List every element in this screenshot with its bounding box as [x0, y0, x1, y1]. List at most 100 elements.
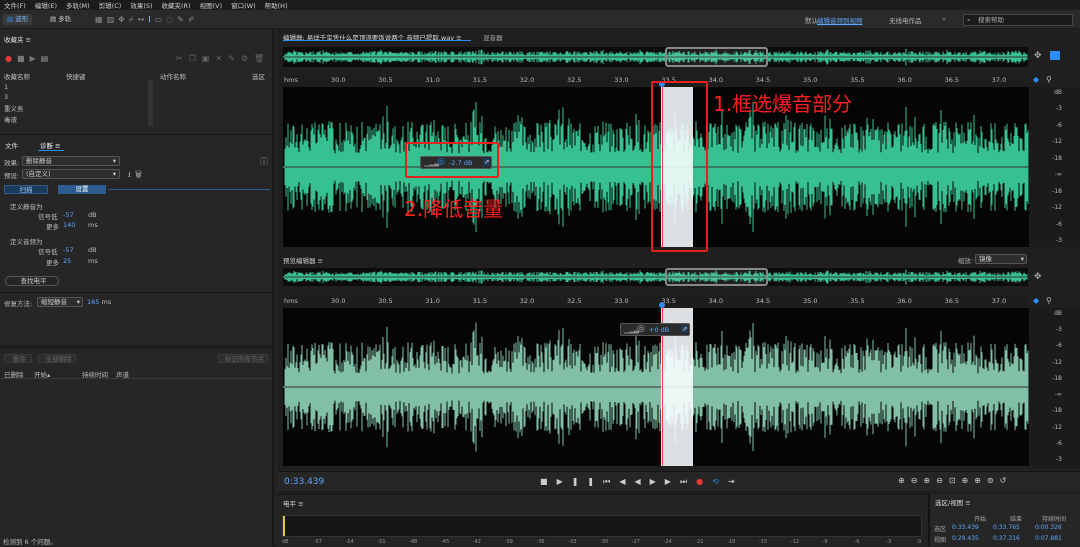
lasso-icon[interactable]: ◌: [166, 15, 177, 24]
clear-icon[interactable]: ✕: [215, 54, 228, 63]
bottom-db-scale[interactable]: dB -3 -6 -12 -18 -∞ -18 -12 -6 -3: [1029, 308, 1080, 466]
razor-tool-icon[interactable]: ⌿: [129, 15, 138, 24]
record-icon[interactable]: ●: [696, 477, 712, 486]
repair-select[interactable]: 缩短静音 ▾: [37, 297, 83, 307]
record-favorite-icon[interactable]: ●: [5, 54, 17, 63]
tab-diagnostics[interactable]: 诊断 ≡: [40, 140, 61, 150]
workspace-radio[interactable]: 无线电作品: [889, 15, 922, 25]
info-icon[interactable]: ⓘ: [260, 156, 268, 167]
volume-hud-bottom[interactable]: ▁▂▃ ◎ +0 dB ⇗: [620, 323, 690, 336]
overview-view-window[interactable]: [665, 268, 768, 286]
multitrack-tab[interactable]: ▤ 多轨: [46, 14, 75, 25]
workspace-more-icon[interactable]: »: [942, 15, 946, 23]
edit-icon[interactable]: ✎: [228, 54, 241, 63]
favorite-item[interactable]: 1: [4, 83, 8, 91]
delete-all-button[interactable]: 全部删除: [38, 354, 76, 363]
delete-icon[interactable]: 🗑: [254, 54, 270, 63]
brush-icon[interactable]: ✎: [177, 15, 188, 24]
paste-icon[interactable]: ▣: [202, 54, 216, 63]
zoom-pan-icon[interactable]: ✥: [1034, 272, 1042, 282]
settings-icon[interactable]: ⚙: [241, 54, 254, 63]
menu-window[interactable]: 窗口(W): [231, 0, 256, 10]
bottom-overview[interactable]: [282, 268, 1028, 286]
tab-files[interactable]: 文件: [5, 140, 18, 150]
pin-icon[interactable]: ⚲: [1046, 75, 1052, 84]
zoom-select[interactable]: 镜像 ▾: [975, 254, 1027, 264]
menu-help[interactable]: 帮助(H): [265, 0, 288, 10]
zoom-in-left-icon[interactable]: ⊕: [962, 476, 975, 485]
silence-more-value[interactable]: 140: [63, 221, 75, 229]
sv-view-duration[interactable]: 0:07.881: [1035, 535, 1062, 542]
volume-knob-icon[interactable]: ◎: [637, 324, 645, 334]
pin-hud-icon[interactable]: ⇗: [681, 325, 689, 333]
sv-selection-start[interactable]: 0:33.439: [952, 524, 979, 531]
menu-edit[interactable]: 编辑(E): [35, 0, 57, 10]
top-overview[interactable]: [282, 47, 1028, 67]
favorite-item[interactable]: 毒液: [4, 114, 17, 124]
delete-preset-icon[interactable]: 🗑: [135, 170, 146, 179]
overview-view-window[interactable]: [665, 47, 768, 67]
panel-menu-icon[interactable]: ≡: [55, 142, 60, 150]
download-preset-icon[interactable]: ⭳: [128, 170, 135, 179]
sv-selection-duration[interactable]: 0:00.326: [1035, 524, 1062, 531]
delete-button[interactable]: 删除: [4, 354, 32, 363]
menu-clip[interactable]: 剪辑(C): [99, 0, 122, 10]
time-display[interactable]: 0:33.439: [284, 477, 324, 487]
play-icon[interactable]: ▶: [557, 477, 572, 486]
spectral-icon[interactable]: ▦: [95, 15, 107, 24]
sv-selection-end[interactable]: 0:33.765: [993, 524, 1020, 531]
skip-selection-icon[interactable]: ⇥: [728, 477, 744, 486]
top-db-scale[interactable]: dB -3 -6 -12 -18 -∞ -18 -12 -6 -3: [1029, 87, 1080, 247]
menu-file[interactable]: 文件(F): [4, 0, 26, 10]
menu-multitrack[interactable]: 多轨(M): [66, 0, 90, 10]
menu-view[interactable]: 视图(V): [200, 0, 223, 10]
zoom-in-right-icon[interactable]: ⊕: [974, 476, 987, 485]
sv-view-end[interactable]: 0:37.316: [993, 535, 1020, 542]
favorite-item[interactable]: 重义务: [4, 103, 24, 113]
rewind-icon[interactable]: ◀◀: [619, 477, 649, 486]
favorites-scrollbar[interactable]: [148, 80, 153, 126]
zoom-in-time-icon[interactable]: ⊕: [923, 476, 936, 485]
find-levels-button[interactable]: 查找电平: [5, 276, 59, 286]
zoom-pan-icon[interactable]: ✥: [1034, 51, 1042, 61]
panel-menu-icon[interactable]: ≡: [318, 257, 323, 265]
healing-icon[interactable]: ✐: [188, 15, 199, 24]
zoom-reset-icon[interactable]: ↺: [1000, 476, 1013, 485]
move-tool-icon[interactable]: ✥: [118, 15, 129, 24]
loop-playback-icon[interactable]: ⟲: [712, 477, 728, 486]
sv-view-start[interactable]: 0:29.435: [952, 535, 979, 542]
waveform-tab[interactable]: ▥ 波形: [3, 14, 33, 25]
play-favorite-icon[interactable]: ▶: [30, 54, 41, 63]
workspace-active[interactable]: 编辑音频到视频: [817, 15, 863, 25]
mark-all-button[interactable]: 标记所有节点: [218, 354, 268, 363]
pin-icon[interactable]: ⚲: [1046, 296, 1052, 305]
loop-icon[interactable]: ◆: [1033, 75, 1039, 84]
panel-resize-handle[interactable]: [0, 345, 274, 349]
marquee-icon[interactable]: ▭: [155, 15, 167, 24]
copy-icon[interactable]: ❐: [189, 54, 202, 63]
stop-icon[interactable]: ■: [540, 477, 557, 486]
scan-button[interactable]: 扫描: [4, 185, 48, 194]
preset-select[interactable]: (自定义) ▾: [22, 169, 120, 179]
loop-icon[interactable]: ◆: [1033, 296, 1039, 305]
stop-favorite-icon[interactable]: ■: [17, 54, 30, 63]
menu-effects[interactable]: 效果(S): [130, 0, 152, 10]
zoom-in-amplitude-icon[interactable]: ⊕: [898, 476, 911, 485]
pause-icon[interactable]: ❚❚: [572, 477, 603, 486]
zoom-selection-icon[interactable]: ⊚: [987, 476, 1000, 485]
save-favorite-icon[interactable]: ▤: [41, 54, 54, 63]
volume-hud-value[interactable]: +0 dB: [649, 326, 669, 334]
fast-forward-icon[interactable]: ▶▶: [650, 477, 680, 486]
favorite-item[interactable]: 3: [4, 93, 8, 101]
mixer-tab[interactable]: 混音器: [483, 32, 503, 42]
silence-signal-value[interactable]: -57: [63, 211, 74, 219]
go-start-icon[interactable]: ⏮: [603, 477, 619, 486]
go-end-icon[interactable]: ⏭: [680, 477, 696, 486]
panel-menu-icon[interactable]: ≡: [965, 499, 970, 507]
pitch-icon[interactable]: ▨: [107, 15, 119, 24]
zoom-out-amplitude-icon[interactable]: ⊖: [911, 476, 924, 485]
settings-button[interactable]: 设置: [58, 185, 106, 194]
zoom-out-time-icon[interactable]: ⊖: [936, 476, 949, 485]
audio-signal-value[interactable]: -57: [63, 246, 74, 254]
menu-favorites[interactable]: 收藏夹(R): [162, 0, 191, 10]
